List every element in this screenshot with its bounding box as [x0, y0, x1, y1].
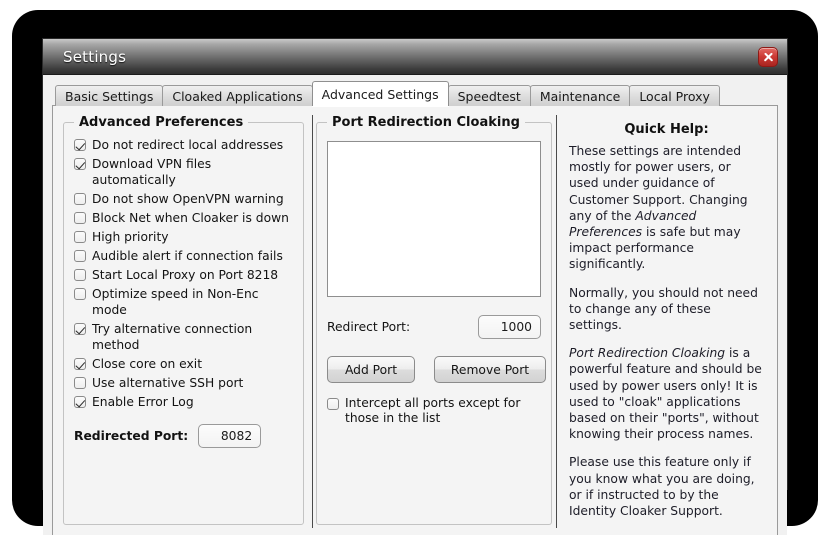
advanced-preferences-column: Advanced Preferences Do not redirect loc…	[59, 112, 308, 531]
port-redirection-group: Port Redirection Cloaking Redirect Port:…	[316, 115, 552, 526]
redirected-port-row: Redirected Port:	[74, 424, 293, 448]
checkbox-label: Enable Error Log	[92, 395, 194, 409]
checkbox-row-do-not-show-openvpn-warning[interactable]: Do not show OpenVPN warning	[74, 191, 293, 207]
checkbox-label: Block Net when Cloaker is down	[92, 211, 289, 225]
quick-help-column: Quick Help: These settings are intended …	[556, 112, 771, 531]
checkbox-icon[interactable]	[74, 139, 86, 151]
column-divider-right	[556, 115, 557, 529]
checkbox-label: Use alternative SSH port	[92, 376, 244, 390]
tab-speedtest[interactable]: Speedtest	[447, 85, 531, 106]
checkbox-row-high-priority[interactable]: High priority	[74, 229, 293, 245]
checkbox-icon[interactable]	[74, 358, 86, 370]
redirected-port-label: Redirected Port:	[74, 429, 189, 443]
close-icon[interactable]	[758, 46, 778, 67]
checkbox-label: Optimize speed in Non-Enc mode	[92, 287, 259, 317]
checkbox-row-block-net-when-cloaker-is-down[interactable]: Block Net when Cloaker is down	[74, 210, 293, 226]
checkbox-icon[interactable]	[327, 398, 339, 410]
checkbox-icon[interactable]	[74, 250, 86, 262]
advanced-preferences-group: Advanced Preferences Do not redirect loc…	[63, 115, 304, 526]
checkbox-icon[interactable]	[74, 396, 86, 408]
port-button-row: Add Port Remove Port	[327, 356, 546, 383]
quick-help-title: Quick Help:	[624, 122, 709, 137]
checkbox-row-audible-alert-if-connection-fails[interactable]: Audible alert if connection fails	[74, 248, 293, 264]
port-redirection-title: Port Redirection Cloaking	[327, 115, 525, 130]
tab-basic-settings[interactable]: Basic Settings	[55, 85, 164, 106]
checkbox-row-start-local-proxy-on-port-8218[interactable]: Start Local Proxy on Port 8218	[74, 267, 293, 283]
advanced-settings-page: Advanced Preferences Do not redirect loc…	[52, 105, 778, 535]
dialog-body: Basic Settings Cloaked Applications Adva…	[43, 75, 787, 535]
checkbox-icon[interactable]	[74, 212, 86, 224]
checkbox-label: High priority	[92, 230, 169, 244]
tab-maintenance[interactable]: Maintenance	[529, 85, 631, 106]
advanced-preferences-title: Advanced Preferences	[74, 115, 249, 130]
checkbox-label: Start Local Proxy on Port 8218	[92, 268, 279, 282]
add-port-button[interactable]: Add Port	[327, 356, 415, 383]
quick-help-paragraph-4: Please use this feature only if you know…	[569, 455, 755, 519]
quick-help-paragraph-1: These settings are intended mostly for p…	[569, 143, 764, 273]
checkbox-icon[interactable]	[74, 377, 86, 389]
checkbox-row-download-vpn-files-automatically[interactable]: Download VPN files automatically	[74, 156, 293, 188]
checkbox-label: Audible alert if connection fails	[92, 249, 283, 263]
checkbox-icon[interactable]	[74, 269, 86, 281]
quick-help-p3-emphasis: Port Redirection Cloaking	[569, 346, 726, 361]
redirected-port-input[interactable]	[198, 424, 262, 448]
screen: Settings Basic Settings Cloaked Applicat…	[0, 0, 830, 535]
checkbox-label: Do not show OpenVPN warning	[92, 192, 284, 206]
port-list[interactable]	[327, 141, 541, 297]
checkbox-icon[interactable]	[74, 231, 86, 243]
checkbox-icon[interactable]	[74, 158, 86, 170]
checkbox-row-intercept-all-ports[interactable]: Intercept all ports except for those in …	[327, 396, 541, 426]
checkbox-row-use-alternative-ssh-port[interactable]: Use alternative SSH port	[74, 375, 293, 391]
title-bar: Settings	[43, 39, 787, 75]
remove-port-button[interactable]: Remove Port	[434, 356, 546, 383]
checkbox-row-close-core-on-exit[interactable]: Close core on exit	[74, 356, 293, 372]
checkbox-label: Download VPN files automatically	[92, 157, 212, 187]
checkbox-label: Intercept all ports except for those in …	[345, 396, 521, 425]
tab-cloaked-applications[interactable]: Cloaked Applications	[162, 85, 313, 106]
quick-help-paragraph-3: Port Redirection Cloaking is a powerful …	[569, 345, 764, 442]
port-redirection-column: Port Redirection Cloaking Redirect Port:…	[312, 112, 556, 531]
window-title: Settings	[63, 47, 127, 66]
settings-dialog: Settings Basic Settings Cloaked Applicat…	[42, 38, 788, 535]
redirect-port-row: Redirect Port:	[327, 315, 541, 339]
checkbox-row-optimize-speed-in-non-enc-mode[interactable]: Optimize speed in Non-Enc mode	[74, 286, 293, 318]
checkbox-icon[interactable]	[74, 193, 86, 205]
tab-local-proxy[interactable]: Local Proxy	[629, 85, 720, 106]
checkbox-row-try-alternative-connection-method[interactable]: Try alternative connection method	[74, 321, 293, 353]
checkbox-label: Do not redirect local addresses	[92, 138, 284, 152]
checkbox-row-do-not-redirect-local-addresses[interactable]: Do not redirect local addresses	[74, 137, 293, 153]
checkbox-label: Close core on exit	[92, 357, 203, 371]
checkbox-label: Try alternative connection method	[92, 322, 253, 352]
checkbox-icon[interactable]	[74, 323, 86, 335]
checkbox-icon[interactable]	[74, 288, 86, 300]
redirect-port-label: Redirect Port:	[327, 320, 411, 334]
quick-help-p3-text-b: is a powerful feature and should be used…	[569, 346, 762, 442]
quick-help-paragraph-2: Normally, you should not need to change …	[569, 285, 758, 333]
checkbox-row-enable-error-log[interactable]: Enable Error Log	[74, 394, 293, 410]
tab-bar: Basic Settings Cloaked Applications Adva…	[55, 81, 778, 106]
column-divider-left	[312, 115, 313, 529]
tab-advanced-settings[interactable]: Advanced Settings	[311, 81, 449, 106]
redirect-port-input[interactable]	[478, 315, 541, 339]
